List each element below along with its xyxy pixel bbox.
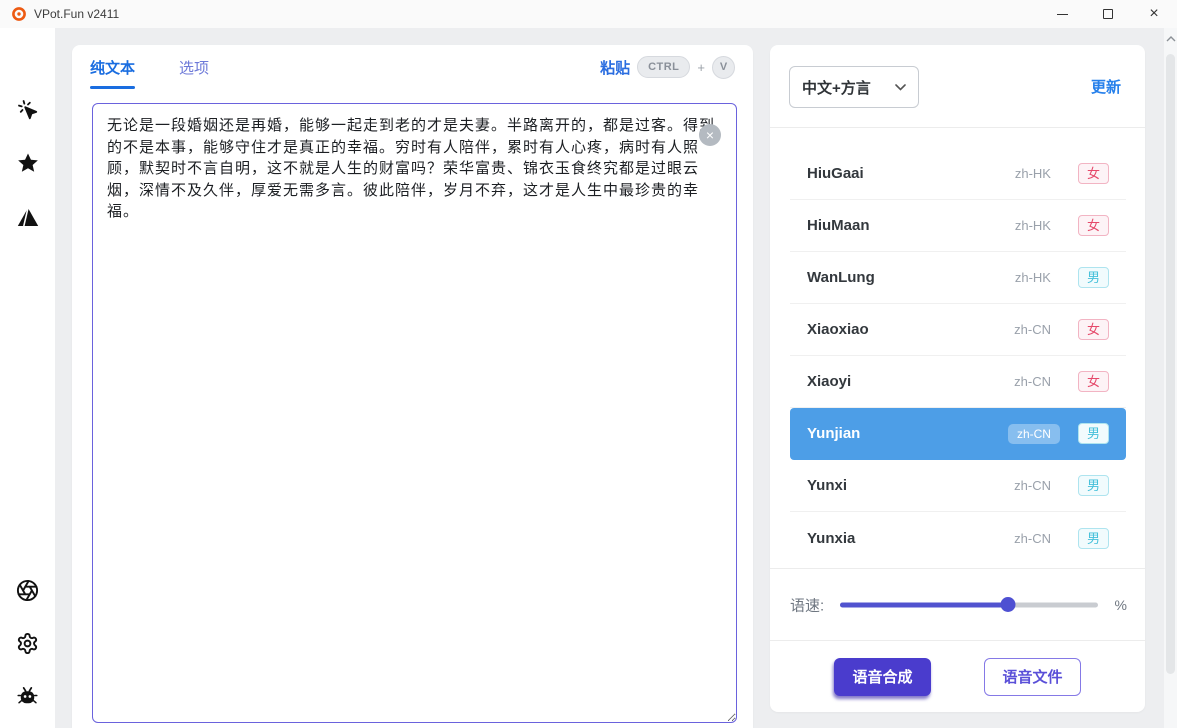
voice-panel: 中文+方言 更新 HiuGaai zh-HK 女 HiuMaan zh-HK 女…	[770, 45, 1145, 712]
voice-gender-badge: 女	[1078, 163, 1109, 184]
kbd-ctrl-badge: CTRL	[637, 56, 690, 78]
window-controls: ×	[1039, 0, 1177, 28]
sidebar-settings-button[interactable]	[10, 625, 46, 661]
voice-row[interactable]: Yunxia zh-CN 男	[790, 512, 1126, 564]
maximize-icon	[1103, 9, 1113, 19]
panel-header: 中文+方言 更新	[770, 45, 1145, 128]
voice-name: WanLung	[807, 269, 1015, 286]
triangle-icon	[16, 205, 40, 229]
chevron-down-icon	[895, 84, 906, 91]
voice-name: Xiaoyi	[807, 373, 1014, 390]
clear-text-button[interactable]: ×	[699, 124, 721, 146]
voice-gender-badge: 男	[1078, 267, 1109, 288]
voice-name: Xiaoxiao	[807, 321, 1014, 338]
voice-gender-badge: 女	[1078, 319, 1109, 340]
window-scrollbar[interactable]	[1164, 28, 1177, 728]
language-select-value: 中文+方言	[802, 77, 871, 98]
voice-row[interactable]: Yunxi zh-CN 男	[790, 460, 1126, 512]
close-icon: ×	[1149, 6, 1158, 22]
speed-slider-fill	[840, 602, 1008, 607]
gear-icon	[16, 632, 39, 655]
voice-lang: zh-CN	[1014, 531, 1051, 546]
text-input-area: 无论是一段婚姻还是再婚，能够一起走到老的才是夫妻。半路离开的，都是过客。得到的不…	[92, 103, 737, 723]
voice-lang: zh-HK	[1015, 270, 1051, 285]
star-icon	[16, 151, 40, 175]
paste-hint: 粘贴 CTRL + V	[600, 56, 735, 79]
kbd-v-badge: V	[712, 56, 735, 79]
voice-row[interactable]: HiuMaan zh-HK 女	[790, 200, 1126, 252]
clear-icon: ×	[706, 128, 714, 142]
voice-row[interactable]: Yunjian zh-CN 男	[790, 408, 1126, 460]
voice-name: HiuGaai	[807, 165, 1015, 182]
minimize-icon	[1057, 14, 1068, 15]
sidebar-robot-button[interactable]	[10, 678, 46, 714]
tab-options[interactable]: 选项	[179, 45, 209, 89]
editor-card: 纯文本 选项 粘贴 CTRL + V 无论是一段婚姻还是再婚，能够一起走到老的才…	[72, 45, 753, 728]
voice-row[interactable]: Xiaoxiao zh-CN 女	[790, 304, 1126, 356]
titlebar: VPot.Fun v2411 ×	[0, 0, 1177, 28]
voice-gender-badge: 男	[1078, 475, 1109, 496]
speed-unit: %	[1115, 597, 1127, 613]
speed-slider-thumb[interactable]	[1000, 597, 1015, 612]
voice-name: HiuMaan	[807, 217, 1015, 234]
maximize-button[interactable]	[1085, 0, 1131, 28]
voice-lang: zh-CN	[1008, 424, 1060, 444]
voice-lang: zh-CN	[1014, 322, 1051, 337]
voice-gender-badge: 男	[1078, 423, 1109, 444]
voice-list: HiuGaai zh-HK 女 HiuMaan zh-HK 女 WanLung …	[790, 129, 1126, 564]
sidebar-star-button[interactable]	[10, 145, 46, 181]
aperture-icon	[16, 579, 39, 602]
app-logo-icon	[11, 6, 27, 22]
pointer-click-icon	[17, 99, 39, 121]
synthesize-button[interactable]: 语音合成	[834, 658, 931, 696]
voice-gender-badge: 女	[1078, 215, 1109, 236]
robot-icon	[16, 685, 39, 708]
sidebar	[0, 28, 55, 728]
speed-slider[interactable]	[840, 602, 1098, 607]
minimize-button[interactable]	[1039, 0, 1085, 28]
voice-name: Yunxi	[807, 477, 1014, 494]
speed-label: 语速:	[790, 594, 824, 615]
sidebar-triangle-button[interactable]	[10, 199, 46, 235]
tab-plain-text[interactable]: 纯文本	[90, 45, 135, 89]
plus-sign: +	[697, 60, 705, 75]
action-buttons: 语音合成 语音文件	[770, 640, 1145, 712]
voice-name: Yunjian	[807, 425, 1008, 442]
sidebar-pointer-button[interactable]	[10, 92, 46, 128]
scroll-up-arrow-icon[interactable]	[1166, 36, 1176, 42]
paste-button[interactable]: 粘贴	[600, 57, 630, 78]
voice-lang: zh-HK	[1015, 166, 1051, 181]
voice-row[interactable]: WanLung zh-HK 男	[790, 252, 1126, 304]
refresh-link[interactable]: 更新	[1091, 76, 1121, 97]
scrollbar-thumb[interactable]	[1166, 54, 1175, 674]
text-input[interactable]: 无论是一段婚姻还是再婚，能够一起走到老的才是夫妻。半路离开的，都是过客。得到的不…	[92, 103, 737, 723]
voice-gender-badge: 男	[1078, 528, 1109, 549]
sidebar-aperture-button[interactable]	[10, 572, 46, 608]
voice-gender-badge: 女	[1078, 371, 1109, 392]
voice-row[interactable]: HiuGaai zh-HK 女	[790, 148, 1126, 200]
speed-section: 语速: %	[770, 568, 1145, 640]
voice-lang: zh-CN	[1014, 374, 1051, 389]
voice-lang: zh-CN	[1014, 478, 1051, 493]
voice-lang: zh-HK	[1015, 218, 1051, 233]
language-select[interactable]: 中文+方言	[789, 66, 919, 108]
voice-row[interactable]: Xiaoyi zh-CN 女	[790, 356, 1126, 408]
voice-file-button[interactable]: 语音文件	[984, 658, 1081, 696]
editor-tabbar: 纯文本 选项 粘贴 CTRL + V	[72, 45, 753, 89]
close-button[interactable]: ×	[1131, 0, 1177, 28]
window-title: VPot.Fun v2411	[34, 7, 119, 21]
voice-name: Yunxia	[807, 530, 1014, 547]
